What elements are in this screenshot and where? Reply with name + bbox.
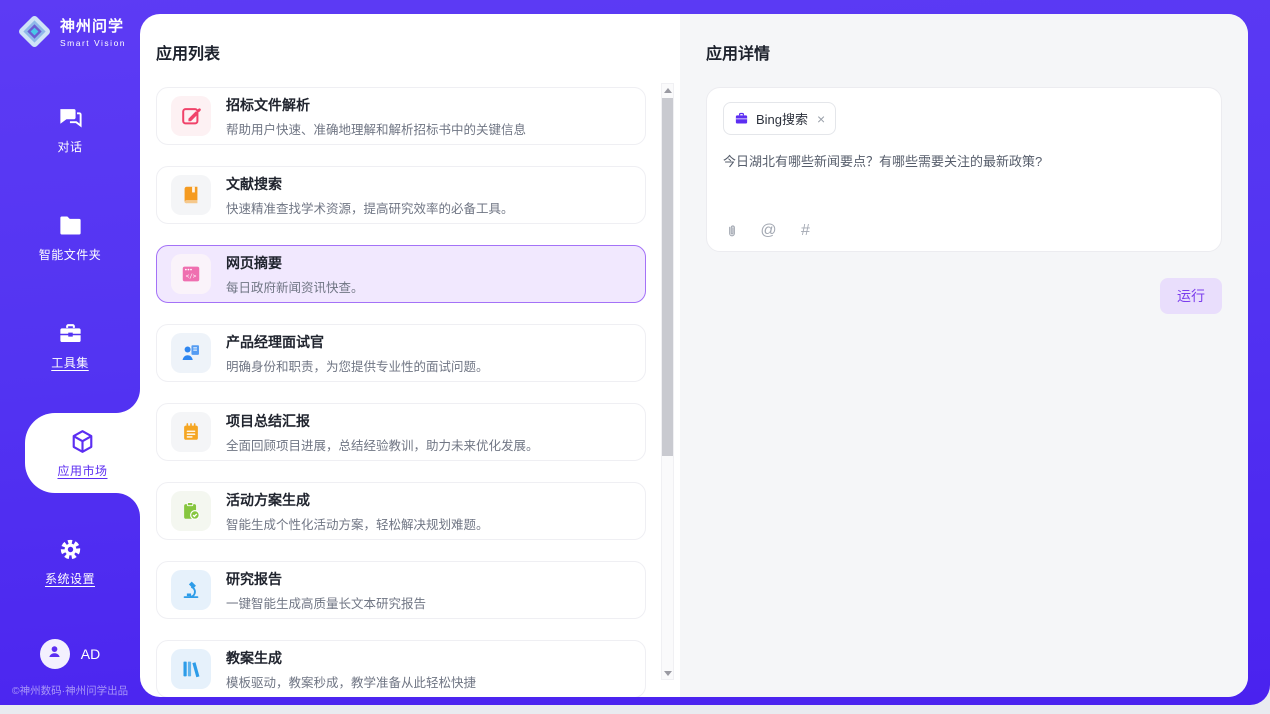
sidebar-bottom: AD ©神州数码·神州问学出品: [0, 639, 140, 710]
brand-subtitle: Smart Vision: [60, 38, 126, 48]
user-name: AD: [81, 646, 100, 662]
app-list-title: 应用列表: [156, 40, 662, 64]
brand-name: 神州问学: [60, 15, 126, 36]
scroll-down-icon[interactable]: [662, 667, 673, 679]
prompt-input[interactable]: 今日湖北有哪些新闻要点？有哪些需要关注的最新政策?: [723, 152, 1205, 172]
user-row: AD: [40, 639, 100, 669]
app-card-title: 教案生成: [226, 648, 476, 668]
sidebar-item-智能文件夹[interactable]: 智能文件夹: [0, 207, 140, 267]
close-icon[interactable]: ×: [817, 112, 825, 126]
folder-icon: [57, 212, 84, 239]
app-card-desc: 模板驱动，教案秒成，教学准备从此轻松快捷: [226, 672, 476, 691]
clipboard-check-icon: [171, 491, 211, 531]
sidebar-item-label: 应用市场: [57, 462, 107, 479]
sidebar-item-label: 系统设置: [45, 570, 95, 587]
app-detail-pane: 应用详情 Bing搜索 × 今日湖北有哪些新闻要点？有哪些需要关注的最新政策? …: [680, 14, 1248, 697]
app-card[interactable]: </> 网页摘要 每日政府新闻资讯快查。: [156, 245, 646, 303]
svg-text:</>: </>: [186, 273, 197, 280]
books-icon: [171, 649, 211, 689]
app-card-desc: 快速精准查找学术资源，提高研究效率的必备工具。: [226, 198, 514, 217]
sidebar-item-label: 对话: [57, 138, 82, 155]
app-card-desc: 每日政府新闻资讯快查。: [226, 277, 364, 296]
app-card-desc: 一键智能生成高质量长文本研究报告: [226, 593, 426, 612]
microscope-icon: [171, 570, 211, 610]
edit-doc-icon: [171, 96, 211, 136]
paperclip-icon[interactable]: [723, 222, 740, 239]
app-card-desc: 帮助用户快速、准确地理解和解析招标书中的关键信息: [226, 119, 526, 138]
cube-icon: [69, 428, 96, 455]
app-card-title: 活动方案生成: [226, 490, 489, 510]
sidebar-nav: 对话 智能文件夹 工具集 应用市场 系统设置: [0, 99, 140, 639]
app-card-title: 网页摘要: [226, 253, 364, 273]
app-card[interactable]: 教案生成 模板驱动，教案秒成，教学准备从此轻松快捷: [156, 640, 646, 697]
app-detail-title: 应用详情: [706, 40, 1222, 64]
user-avatar[interactable]: [40, 639, 70, 669]
interviewer-icon: [171, 333, 211, 373]
copyright-text: ©神州数码·神州问学出品: [12, 683, 128, 698]
gear-icon: [57, 536, 84, 563]
scroll-up-icon[interactable]: [662, 84, 673, 96]
app-list-pane: 应用列表 招标文件解析 帮助用户快速、准确地理解和解析招标书中的关键信息 文献搜…: [140, 14, 680, 697]
main-content: 应用列表 招标文件解析 帮助用户快速、准确地理解和解析招标书中的关键信息 文献搜…: [140, 14, 1248, 697]
app-card[interactable]: 产品经理面试官 明确身份和职责，为您提供专业性的面试问题。: [156, 324, 646, 382]
app-card-desc: 智能生成个性化活动方案，轻松解决规划难题。: [226, 514, 489, 533]
at-icon[interactable]: @: [760, 222, 777, 239]
sidebar-item-系统设置[interactable]: 系统设置: [0, 531, 140, 591]
app-card[interactable]: 研究报告 一键智能生成高质量长文本研究报告: [156, 561, 646, 619]
toolbox-icon: [57, 320, 84, 347]
app-card[interactable]: 文献搜索 快速精准查找学术资源，提高研究效率的必备工具。: [156, 166, 646, 224]
brand: 神州问学 Smart Vision: [16, 13, 126, 50]
tool-tag-label: Bing搜索: [756, 109, 808, 128]
briefcase-icon: [734, 111, 749, 126]
app-card-title: 产品经理面试官: [226, 332, 489, 352]
browser-code-icon: </>: [171, 254, 211, 294]
composer-toolbar: @#: [723, 222, 1205, 239]
sidebar-item-对话[interactable]: 对话: [0, 99, 140, 159]
book-icon: [171, 175, 211, 215]
app-card-title: 项目总结汇报: [226, 411, 539, 431]
sidebar: 神州问学 Smart Vision 对话 智能文件夹 工具集 应用市场 系统设置…: [0, 0, 140, 705]
report-note-icon: [171, 412, 211, 452]
chat-icon: [57, 104, 84, 131]
sidebar-item-label: 工具集: [51, 354, 89, 371]
user-icon: [45, 642, 64, 666]
tool-tag-bing[interactable]: Bing搜索 ×: [723, 102, 836, 135]
brand-logo-icon: [16, 13, 53, 50]
prompt-composer: Bing搜索 × 今日湖北有哪些新闻要点？有哪些需要关注的最新政策? @#: [706, 87, 1222, 252]
app-card-title: 研究报告: [226, 569, 426, 589]
app-card-desc: 全面回顾项目进展，总结经验教训，助力未来优化发展。: [226, 435, 539, 454]
app-card[interactable]: 项目总结汇报 全面回顾项目进展，总结经验教训，助力未来优化发展。: [156, 403, 646, 461]
app-card-title: 文献搜索: [226, 174, 514, 194]
app-list: 招标文件解析 帮助用户快速、准确地理解和解析招标书中的关键信息 文献搜索 快速精…: [156, 87, 646, 697]
sidebar-item-应用市场[interactable]: 应用市场: [25, 413, 140, 493]
app-card[interactable]: 招标文件解析 帮助用户快速、准确地理解和解析招标书中的关键信息: [156, 87, 646, 145]
app-card[interactable]: 活动方案生成 智能生成个性化活动方案，轻松解决规划难题。: [156, 482, 646, 540]
scrollbar-thumb[interactable]: [662, 98, 673, 456]
sidebar-item-label: 智能文件夹: [39, 246, 102, 263]
scrollbar[interactable]: [661, 83, 674, 680]
run-button[interactable]: 运行: [1160, 278, 1222, 314]
app-card-title: 招标文件解析: [226, 95, 526, 115]
app-card-desc: 明确身份和职责，为您提供专业性的面试问题。: [226, 356, 489, 375]
hash-icon[interactable]: #: [797, 222, 814, 239]
